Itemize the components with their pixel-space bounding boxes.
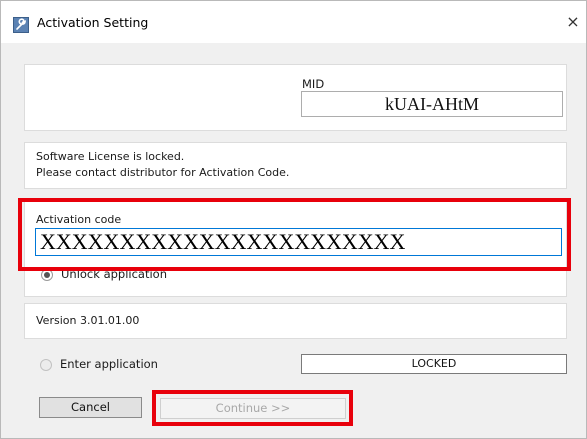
activation-setting-dialog: Activation Setting × MID kUAI-AHtM Softw… xyxy=(0,0,587,439)
unlock-application-label: Unlock application xyxy=(61,267,168,281)
version-text: Version 3.01.01.00 xyxy=(36,314,140,327)
activation-code-label: Activation code xyxy=(36,213,122,226)
mid-field: kUAI-AHtM xyxy=(301,91,563,117)
title-bar: Activation Setting × xyxy=(1,1,586,43)
unlock-application-radio[interactable] xyxy=(41,269,53,281)
license-message-panel: Software License is locked. Please conta… xyxy=(24,142,567,189)
license-status-text: Software License is locked. xyxy=(36,150,185,163)
close-icon[interactable]: × xyxy=(560,7,586,37)
mid-panel: MID kUAI-AHtM xyxy=(24,64,567,131)
activation-code-panel: Activation code Unlock application xyxy=(24,200,567,297)
enter-application-radio[interactable] xyxy=(40,359,52,371)
activation-code-input[interactable] xyxy=(35,228,562,256)
enter-application-label: Enter application xyxy=(60,357,158,371)
wrench-app-icon xyxy=(13,17,29,33)
version-panel: Version 3.01.01.00 xyxy=(24,303,567,339)
continue-button[interactable]: Continue >> xyxy=(160,398,346,419)
mid-label: MID xyxy=(302,77,325,91)
cancel-button[interactable]: Cancel xyxy=(39,397,142,418)
window-title: Activation Setting xyxy=(37,15,149,30)
license-instruction-text: Please contact distributor for Activatio… xyxy=(36,166,290,179)
lock-status-field: LOCKED xyxy=(301,354,567,374)
